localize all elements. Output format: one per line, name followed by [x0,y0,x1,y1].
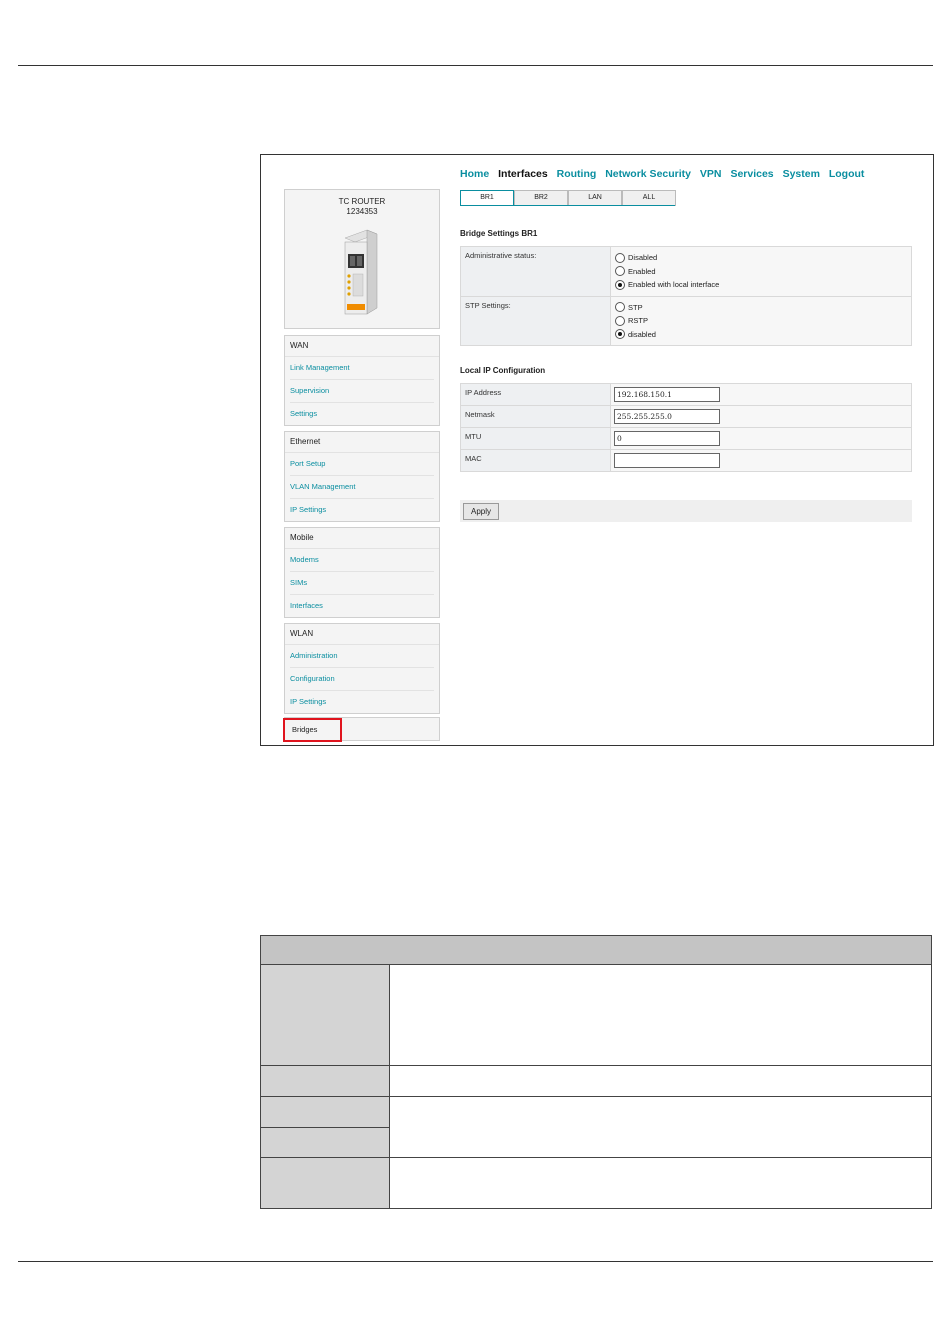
mac-input[interactable] [614,453,720,468]
device-id: 1234353 [346,207,378,216]
table-row [260,1157,932,1209]
sidebar-item-wlan-ip-settings[interactable]: IP Settings [290,691,434,713]
tab-br2[interactable]: BR2 [514,190,568,206]
ip-address-label: IP Address [460,383,611,406]
page-top-rule [18,65,933,66]
bridge-settings-title: Bridge Settings BR1 [460,229,538,238]
router-device-icon [344,229,378,315]
local-ip-config-title: Local IP Configuration [460,366,546,375]
apply-bar: Apply [460,500,912,522]
top-navigation: Home Interfaces Routing Network Security… [460,168,870,180]
radio-rstp[interactable] [615,315,625,326]
sidebar-item-wan-settings[interactable]: Settings [290,403,434,425]
device-panel: TC ROUTER 1234353 [284,189,440,329]
tab-br1[interactable]: BR1 [460,190,514,206]
local-ip-table: IP Address 192.168.150.1 Netmask 255.255… [460,383,912,472]
page-bottom-rule [18,1261,933,1262]
sidebar-header-mobile: Mobile [285,528,439,549]
table-row [260,1096,932,1158]
router-web-ui-screenshot: TC ROUTER 1234353 WAN Link Management Su… [260,154,934,746]
netmask-label: Netmask [460,405,611,428]
admin-status-enabled-local-option[interactable]: Enabled with local interface [615,278,907,292]
reference-table-header [260,935,932,965]
admin-status-enabled-option[interactable]: Enabled [615,265,907,279]
radio-stp-disabled[interactable] [615,329,625,340]
nav-logout[interactable]: Logout [829,168,865,180]
mac-label: MAC [460,449,611,472]
sidebar-ethernet-group: Ethernet Port Setup VLAN Management IP S… [284,431,440,522]
sidebar-item-mobile-interfaces[interactable]: Interfaces [290,595,434,617]
admin-status-label: Administrative status: [460,246,611,297]
sidebar-item-configuration[interactable]: Configuration [290,668,434,691]
sidebar-item-modems[interactable]: Modems [290,549,434,572]
nav-services[interactable]: Services [730,168,773,180]
sidebar-item-supervision[interactable]: Supervision [290,380,434,403]
sidebar-item-vlan-management[interactable]: VLAN Management [290,476,434,499]
mtu-input[interactable]: 0 [614,431,720,446]
table-row [260,1065,932,1097]
stp-disabled-option[interactable]: disabled [615,328,907,342]
mtu-label: MTU [460,427,611,450]
stp-option[interactable]: STP [615,301,907,315]
nav-vpn[interactable]: VPN [700,168,722,180]
nav-routing[interactable]: Routing [557,168,597,180]
radio-enabled[interactable] [615,266,625,277]
sidebar-wan-group: WAN Link Management Supervision Settings [284,335,440,426]
radio-disabled[interactable] [615,252,625,263]
sidebar-item-link-management[interactable]: Link Management [290,357,434,380]
stp-settings-label: STP Settings: [460,295,611,346]
netmask-input[interactable]: 255.255.255.0 [614,409,720,424]
tab-all[interactable]: ALL [622,190,676,206]
sidebar-item-sims[interactable]: SIMs [290,572,434,595]
ip-address-input[interactable]: 192.168.150.1 [614,387,720,402]
admin-status-options: Disabled Enabled Enabled with local inte… [610,246,912,297]
sidebar-bridges-group: Bridges [283,717,440,742]
radio-enabled-local[interactable] [615,279,625,290]
nav-interfaces[interactable]: Interfaces [498,168,548,180]
nav-system[interactable]: System [783,168,820,180]
sidebar-wlan-group: WLAN Administration Configuration IP Set… [284,623,440,714]
stp-settings-options: STP RSTP disabled [610,295,912,346]
tab-lan[interactable]: LAN [568,190,622,206]
admin-status-disabled-option[interactable]: Disabled [615,251,907,265]
sidebar-item-administration[interactable]: Administration [290,645,434,668]
nav-network-security[interactable]: Network Security [605,168,691,180]
table-row [260,964,932,1066]
bridge-settings-table: Administrative status: Disabled Enabled … [460,246,912,346]
tab-underline [460,205,675,206]
nav-home[interactable]: Home [460,168,489,180]
sidebar-mobile-group: Mobile Modems SIMs Interfaces [284,527,440,618]
sidebar-header-wan: WAN [285,336,439,357]
rstp-option[interactable]: RSTP [615,314,907,328]
radio-stp[interactable] [615,302,625,313]
device-name: TC ROUTER [338,197,386,206]
sidebar-item-ethernet-ip-settings[interactable]: IP Settings [290,499,434,521]
sidebar-item-bridges[interactable]: Bridges [283,718,342,742]
reference-table [260,935,932,1209]
apply-button[interactable]: Apply [463,503,499,520]
sidebar-header-wlan: WLAN [285,624,439,645]
sidebar-item-port-setup[interactable]: Port Setup [290,453,434,476]
sidebar-header-ethernet: Ethernet [285,432,439,453]
